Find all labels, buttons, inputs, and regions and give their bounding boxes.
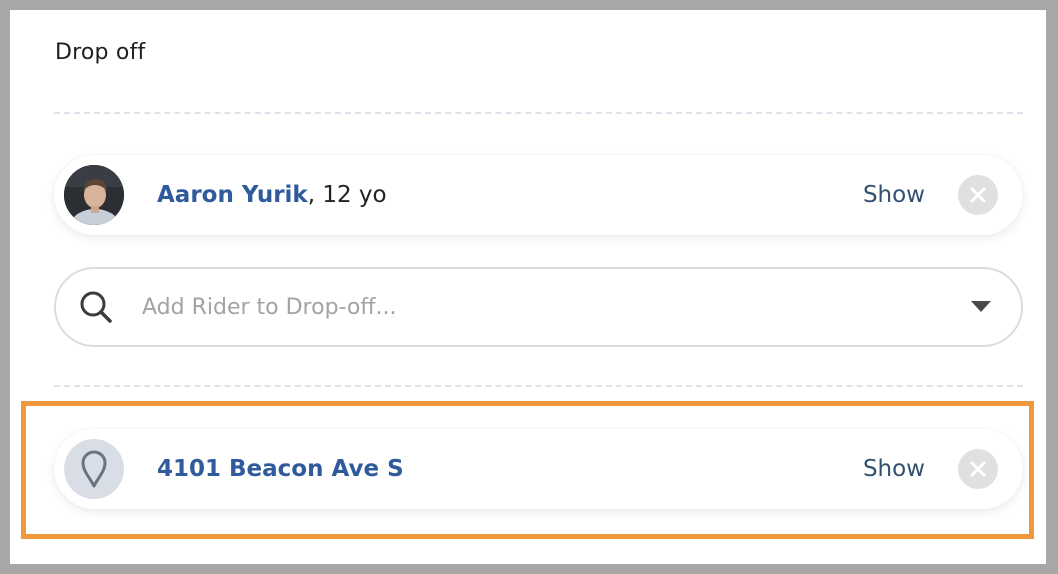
location-remove-button[interactable] <box>958 449 998 489</box>
chevron-down-icon[interactable] <box>971 301 991 312</box>
location-address-link[interactable]: 4101 Beacon Ave S <box>157 456 404 482</box>
rider-remove-button[interactable] <box>958 175 998 215</box>
location-card: 4101 Beacon Ave S Show <box>54 429 1023 509</box>
divider <box>54 112 1023 114</box>
rider-name-link[interactable]: Aaron Yurik <box>157 182 308 208</box>
rider-show-link[interactable]: Show <box>863 182 925 208</box>
location-pin-badge <box>64 439 124 499</box>
section-title: Drop off <box>55 40 146 65</box>
rider-age: , 12 yo <box>307 182 387 208</box>
divider <box>54 385 1023 387</box>
add-rider-search[interactable] <box>54 267 1023 347</box>
close-icon <box>970 461 986 477</box>
avatar-image <box>64 165 124 225</box>
search-icon <box>80 291 112 323</box>
drop-off-panel: Drop off Aaron Yurik, 12 yo Show Add Rid… <box>10 10 1046 564</box>
avatar <box>64 165 124 225</box>
rider-info: Aaron Yurik, 12 yo <box>157 182 387 208</box>
close-icon <box>970 187 986 203</box>
location-info: 4101 Beacon Ave S <box>157 456 404 482</box>
add-rider-input[interactable] <box>142 287 922 327</box>
map-pin-icon <box>81 450 107 488</box>
rider-card: Aaron Yurik, 12 yo Show <box>54 155 1023 235</box>
location-show-link[interactable]: Show <box>863 456 925 482</box>
